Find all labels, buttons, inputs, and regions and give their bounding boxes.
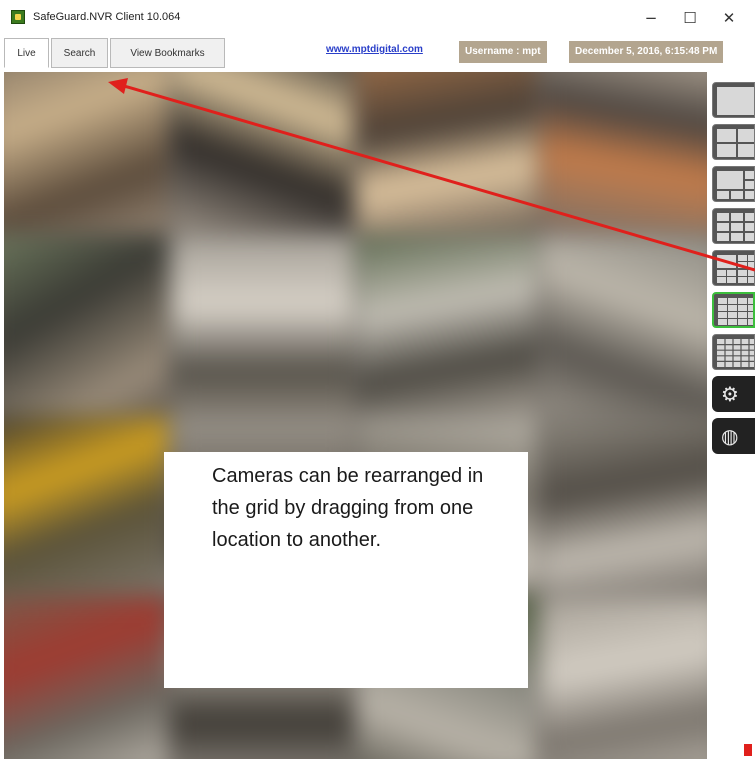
annotation-arrow	[108, 78, 755, 756]
annotation-arrow-head	[108, 78, 128, 94]
annotation-marker	[744, 744, 752, 756]
annotation-arrow-line	[123, 84, 755, 272]
